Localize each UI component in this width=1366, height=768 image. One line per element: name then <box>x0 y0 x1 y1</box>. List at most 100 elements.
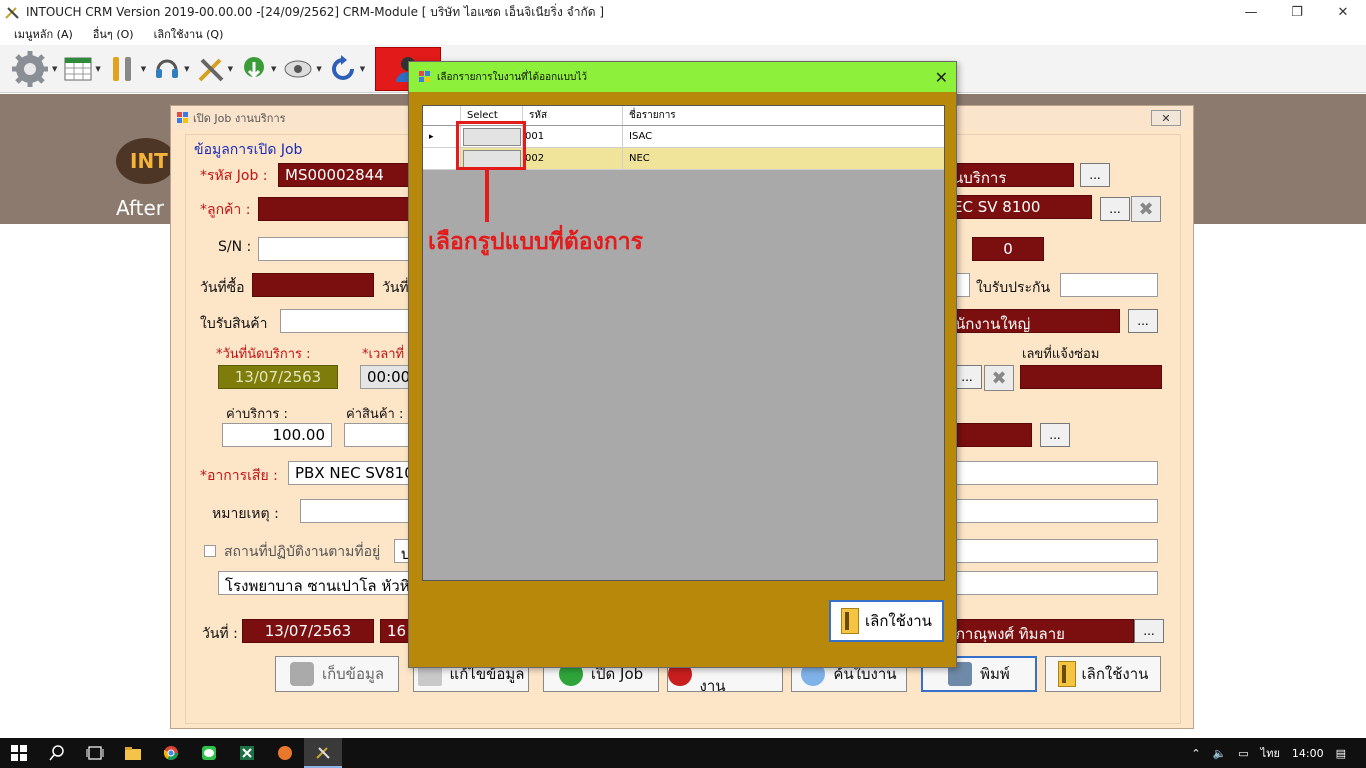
date-field[interactable]: 13/07/2563 <box>242 619 374 643</box>
warranty-label: ใบรับประกัน <box>976 280 1051 296</box>
download-icon <box>243 56 264 78</box>
address-input-right[interactable] <box>948 571 1158 595</box>
taskbar-app-orange[interactable] <box>266 738 304 768</box>
warranty-input[interactable] <box>1060 273 1158 297</box>
service-fee-label: ค่าบริการ : <box>226 407 288 422</box>
toolbar-config[interactable]: ▼ <box>282 54 322 84</box>
app-tools-icon <box>5 7 19 19</box>
save-button-label: เก็บข้อมูล <box>321 665 385 683</box>
staff-lookup-button[interactable]: ... <box>1134 619 1164 643</box>
save-button[interactable]: เก็บข้อมูล <box>275 656 399 692</box>
taskbar-excel[interactable] <box>228 738 266 768</box>
menu-other[interactable]: อื่นๆ (O) <box>93 25 134 43</box>
dialog-title: เลือกรายการใบงานที่ได้ออกแบบไว้ <box>437 71 588 83</box>
branch-lookup-button[interactable]: ... <box>1128 309 1158 333</box>
print-button-label: พิมพ์ <box>980 665 1010 683</box>
receipt-input[interactable] <box>280 309 414 333</box>
sn-input[interactable] <box>258 237 414 261</box>
toolbar-settings[interactable]: ▼ <box>10 49 57 89</box>
chevron-down-icon: ▼ <box>359 64 366 73</box>
right-lookup-button[interactable]: ... <box>1040 423 1070 447</box>
main-titlebar: INTOUCH CRM Version 2019-00.00.00 -[24/0… <box>0 0 1366 24</box>
line-chat-icon <box>202 746 216 760</box>
clock[interactable]: 14:00 <box>1292 747 1324 760</box>
appointment-date-field[interactable]: 13/07/2563 <box>218 365 338 389</box>
language-indicator[interactable]: ไทย <box>1261 744 1280 762</box>
network-icon[interactable]: ▭ <box>1238 747 1248 760</box>
toolbar-support[interactable]: ▼ <box>152 54 190 84</box>
note-input-right[interactable] <box>948 499 1158 523</box>
service-type-lookup-button[interactable]: ... <box>1080 163 1110 187</box>
customer-field[interactable] <box>258 197 414 221</box>
task-view-icon <box>86 746 104 760</box>
note-input[interactable] <box>300 499 414 523</box>
purchase-date-label: วันที่ซื้อ <box>200 280 245 296</box>
chevron-down-icon: ▼ <box>52 64 58 73</box>
folder-icon <box>125 747 141 760</box>
taskbar-search-button[interactable] <box>38 738 76 768</box>
job-code-field[interactable]: MS00002844 <box>278 163 414 187</box>
toolbar-refresh[interactable]: ▼ <box>328 54 365 84</box>
menu-main[interactable]: เมนูหลัก (A) <box>14 25 73 43</box>
volume-icon[interactable]: 🔈 <box>1213 747 1227 760</box>
toolbar-table[interactable]: ▼ <box>63 54 101 84</box>
taskbar-intouch-crm[interactable] <box>304 738 342 768</box>
toolbar-download[interactable]: ▼ <box>239 54 276 84</box>
purchase-date-label-2: วันที่ <box>382 280 409 296</box>
right-dark-field[interactable] <box>948 423 1032 447</box>
exit-button[interactable]: เลิกใช้งาน <box>1045 656 1161 692</box>
system-tray: ⌃ 🔈 ▭ ไทย 14:00 ▤ <box>1191 738 1366 768</box>
service-fee-input[interactable]: 100.00 <box>222 423 332 447</box>
chevron-down-icon: ▼ <box>270 64 277 73</box>
chevron-down-icon: ▼ <box>184 64 190 73</box>
customer-label: *ลูกค้า : <box>200 202 251 218</box>
staff-field[interactable]: ภาณุพงศ์ ทิมลาย <box>948 619 1134 643</box>
note-label: หมายเหตุ : <box>212 506 279 522</box>
chevron-up-icon[interactable]: ⌃ <box>1191 747 1200 760</box>
menu-quit[interactable]: เลิกใช้งาน (Q) <box>154 25 224 43</box>
service-type-field[interactable]: นบริการ <box>946 163 1074 187</box>
annotation-text: เลือกรูปแบบที่ต้องการ <box>428 229 644 255</box>
location-input-right[interactable] <box>948 539 1158 563</box>
purchase-date-field[interactable] <box>252 273 374 297</box>
taskbar-chrome[interactable] <box>152 738 190 768</box>
repair-no-field[interactable] <box>1020 365 1162 389</box>
taskbar: ⌃ 🔈 ▭ ไทย 14:00 ▤ <box>0 738 1366 768</box>
location-checkbox[interactable] <box>204 545 216 557</box>
toolbar-repair[interactable]: ▼ <box>196 54 233 84</box>
dialog-close-button[interactable]: ✕ <box>935 68 948 87</box>
close-button[interactable]: ✕ <box>1320 0 1366 24</box>
taskbar-explorer[interactable] <box>114 738 152 768</box>
annotation-highlight-box <box>456 121 526 170</box>
window-title: INTOUCH CRM Version 2019-00.00.00 -[24/0… <box>26 4 605 19</box>
count-field[interactable]: 0 <box>972 237 1044 261</box>
dialog-titlebar: เลือกรายการใบงานที่ได้ออกแบบไว้ <box>409 62 956 92</box>
taskbar-line[interactable] <box>190 738 228 768</box>
dialog-exit-button[interactable]: เลิกใช้งาน <box>829 600 944 642</box>
grid-header-name[interactable]: ชื่อรายการ <box>623 106 944 125</box>
repair-clear-button[interactable]: ✖ <box>984 365 1014 391</box>
menubar: เมนูหลัก (A) อื่นๆ (O) เลิกใช้งาน (Q) <box>0 24 1366 44</box>
toolbar-tools[interactable]: ▼ <box>107 53 146 85</box>
brand-logo: INT <box>116 138 176 184</box>
minimize-button[interactable]: — <box>1228 0 1274 24</box>
symptom-input[interactable]: PBX NEC SV810 <box>288 461 414 485</box>
job-code-label: *รหัส Job : <box>200 168 268 184</box>
address-input[interactable]: โรงพยาบาล ซานเปาโล หัวหิน เล <box>218 571 414 595</box>
date-label: วันที่ : <box>202 626 238 642</box>
template-grid: Select รหัส ชื่อรายการ ▸ 001 ISAC 002 NE… <box>422 105 945 581</box>
time-field[interactable]: 00:00 <box>360 365 414 389</box>
symptom-input-right[interactable] <box>948 461 1158 485</box>
maximize-button[interactable]: ❐ <box>1274 0 1320 24</box>
model-field[interactable]: EC SV 8100 <box>946 195 1092 219</box>
model-clear-button[interactable]: ✖ <box>1131 196 1161 222</box>
model-lookup-button[interactable]: ... <box>1100 197 1130 221</box>
code-cell: 001 <box>523 126 623 147</box>
branch-field[interactable]: นักงานใหญ่ <box>948 309 1120 333</box>
start-button[interactable] <box>0 738 38 768</box>
notification-icon[interactable]: ▤ <box>1336 747 1346 760</box>
task-view-button[interactable] <box>76 738 114 768</box>
job-window-close-button[interactable]: ✕ <box>1151 110 1181 126</box>
product-fee-input[interactable] <box>344 423 414 447</box>
grid-header-code[interactable]: รหัส <box>523 106 623 125</box>
